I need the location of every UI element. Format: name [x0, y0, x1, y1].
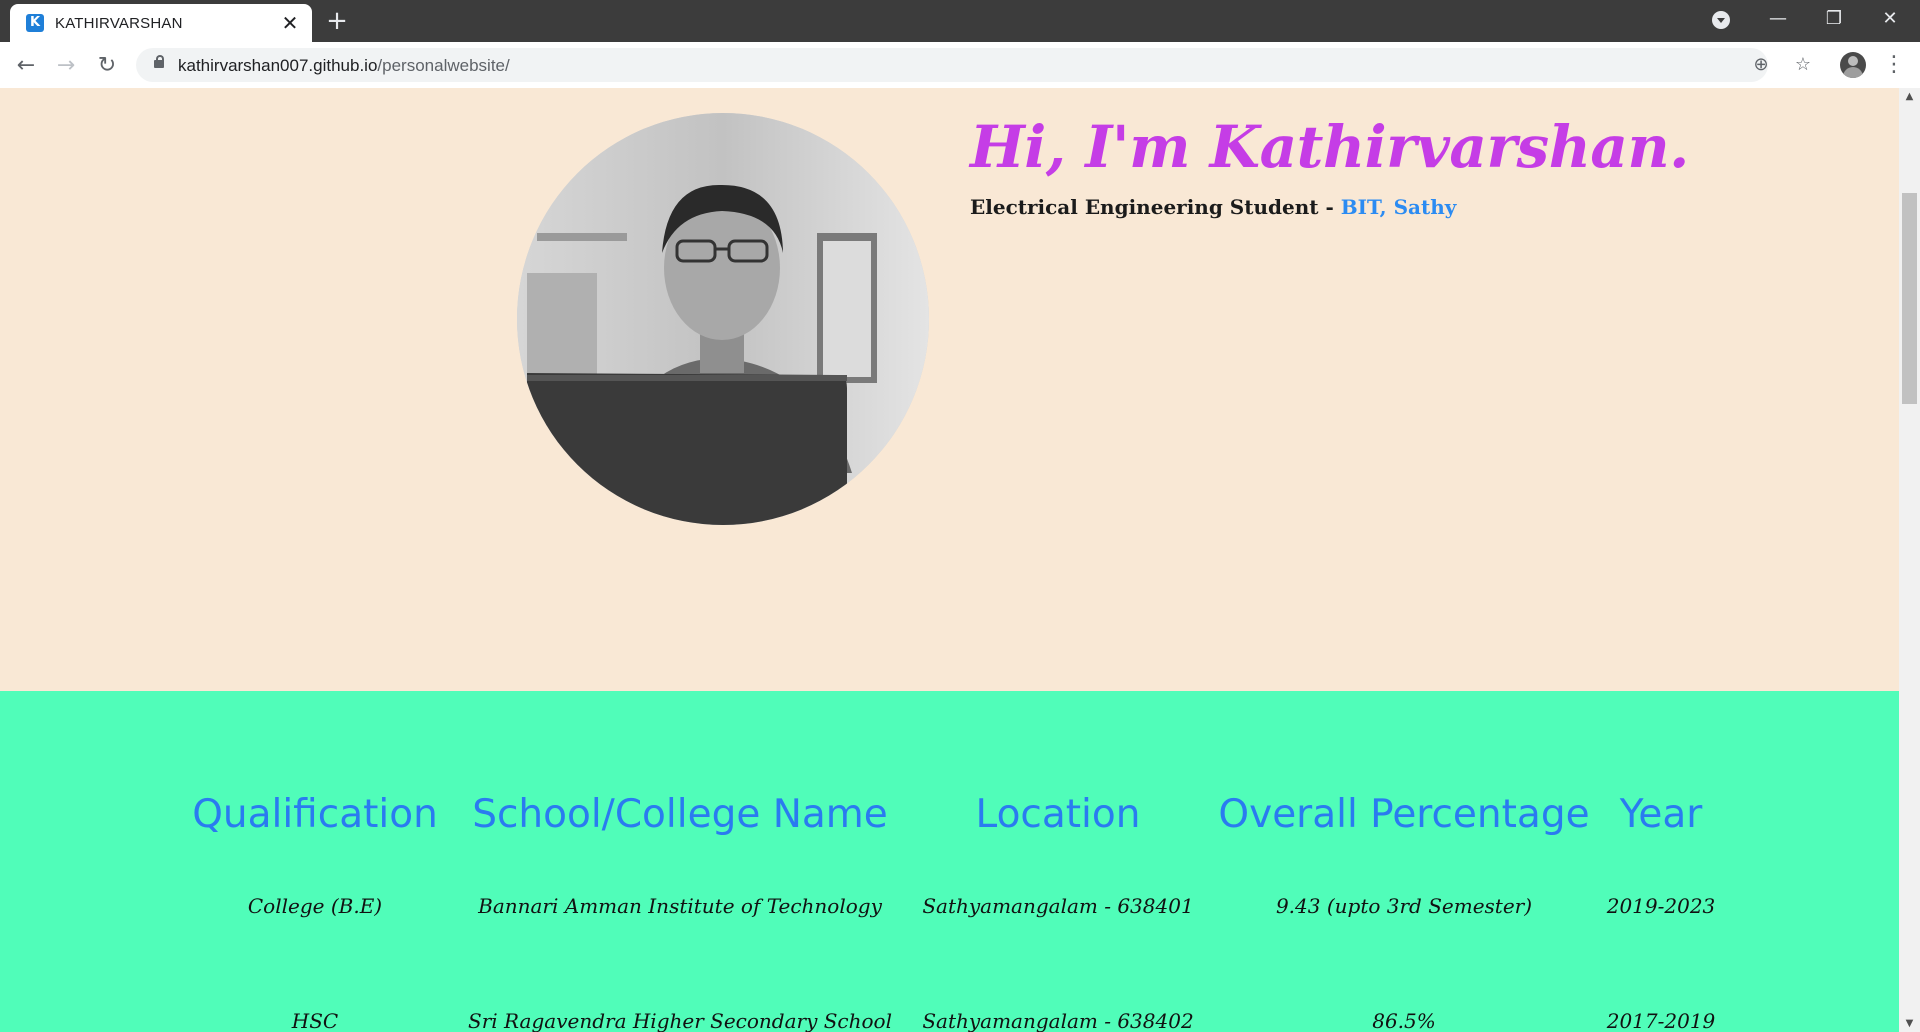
scroll-up-icon[interactable]: ▲ — [1899, 88, 1920, 105]
row1-school-name: Bannari Amman Institute of Technology — [478, 894, 882, 918]
bookmark-star-icon[interactable]: ☆ — [1790, 52, 1816, 78]
browser-tab[interactable]: K KATHIRVARSHAN ✕ — [10, 4, 312, 42]
row1-qualification: College (B.E) — [247, 894, 383, 918]
tab-search-icon[interactable] — [1712, 11, 1730, 29]
page-viewport: Hi, I'm Kathirvarshan. Electrical Engine… — [0, 88, 1899, 1032]
header-school-name: School/College Name — [472, 792, 888, 837]
row2-qualification: HSC — [291, 1009, 339, 1032]
browser-toolbar: ← → ↻ kathirvarshan007.github.io/persona… — [0, 42, 1920, 89]
row2-percentage: 86.5% — [1372, 1009, 1436, 1032]
reload-button[interactable]: ↻ — [91, 50, 123, 82]
profile-photo — [517, 113, 929, 525]
browser-tab-strip: K KATHIRVARSHAN ✕ + — ❐ ✕ — [0, 0, 1920, 42]
url-text[interactable]: kathirvarshan007.github.io/personalwebsi… — [178, 56, 510, 76]
url-path: /personalwebsite/ — [377, 56, 510, 75]
window-close-button[interactable]: ✕ — [1862, 0, 1918, 40]
new-tab-button[interactable]: + — [322, 7, 352, 35]
site-favicon-icon: K — [26, 14, 44, 32]
minimize-button[interactable]: — — [1750, 0, 1806, 40]
url-domain: kathirvarshan007.github.io — [178, 56, 378, 75]
subtitle-role: Electrical Engineering Student - — [970, 195, 1341, 219]
profile-avatar[interactable] — [1840, 52, 1866, 78]
row2-location: Sathyamangalam - 638402 — [922, 1009, 1194, 1032]
address-bar[interactable]: kathirvarshan007.github.io/personalwebsi… — [136, 48, 1811, 82]
profile-photo-illustration — [517, 113, 929, 525]
tab-title: KATHIRVARSHAN — [55, 15, 183, 32]
row1-percentage: 9.43 (upto 3rd Semester) — [1275, 894, 1533, 918]
hero-subtitle: Electrical Engineering Student - BIT, Sa… — [970, 195, 1456, 219]
zoom-icon[interactable]: ⊕ — [1748, 52, 1774, 78]
forward-button[interactable]: → — [50, 50, 82, 82]
row2-year: 2017-2019 — [1606, 1009, 1716, 1032]
back-button[interactable]: ← — [10, 50, 42, 82]
browser-menu-icon[interactable]: ⋮ — [1882, 50, 1906, 80]
scrollbar-thumb[interactable] — [1902, 193, 1917, 404]
header-qualification: Qualification — [192, 792, 438, 837]
row1-location: Sathyamangalam - 638401 — [922, 894, 1194, 918]
row1-year: 2019-2023 — [1606, 894, 1716, 918]
hero-greeting: Hi, I'm Kathirvarshan. — [970, 113, 1689, 181]
tab-close-icon[interactable]: ✕ — [278, 11, 302, 35]
vertical-scrollbar[interactable]: ▲ ▼ — [1899, 88, 1920, 1032]
lock-icon[interactable] — [154, 55, 164, 68]
education-section: Qualification School/College Name Locati… — [0, 691, 1899, 1032]
scroll-down-icon[interactable]: ▼ — [1899, 1015, 1920, 1032]
row2-school-name: Sri Ragavendra Higher Secondary School — [468, 1009, 892, 1032]
restore-button[interactable]: ❐ — [1806, 0, 1862, 40]
college-link[interactable]: BIT, Sathy — [1341, 195, 1457, 219]
header-overall-percentage: Overall Percentage — [1218, 792, 1590, 837]
header-location: Location — [975, 792, 1141, 837]
hero-section: Hi, I'm Kathirvarshan. Electrical Engine… — [0, 88, 1899, 691]
header-year: Year — [1619, 792, 1703, 837]
